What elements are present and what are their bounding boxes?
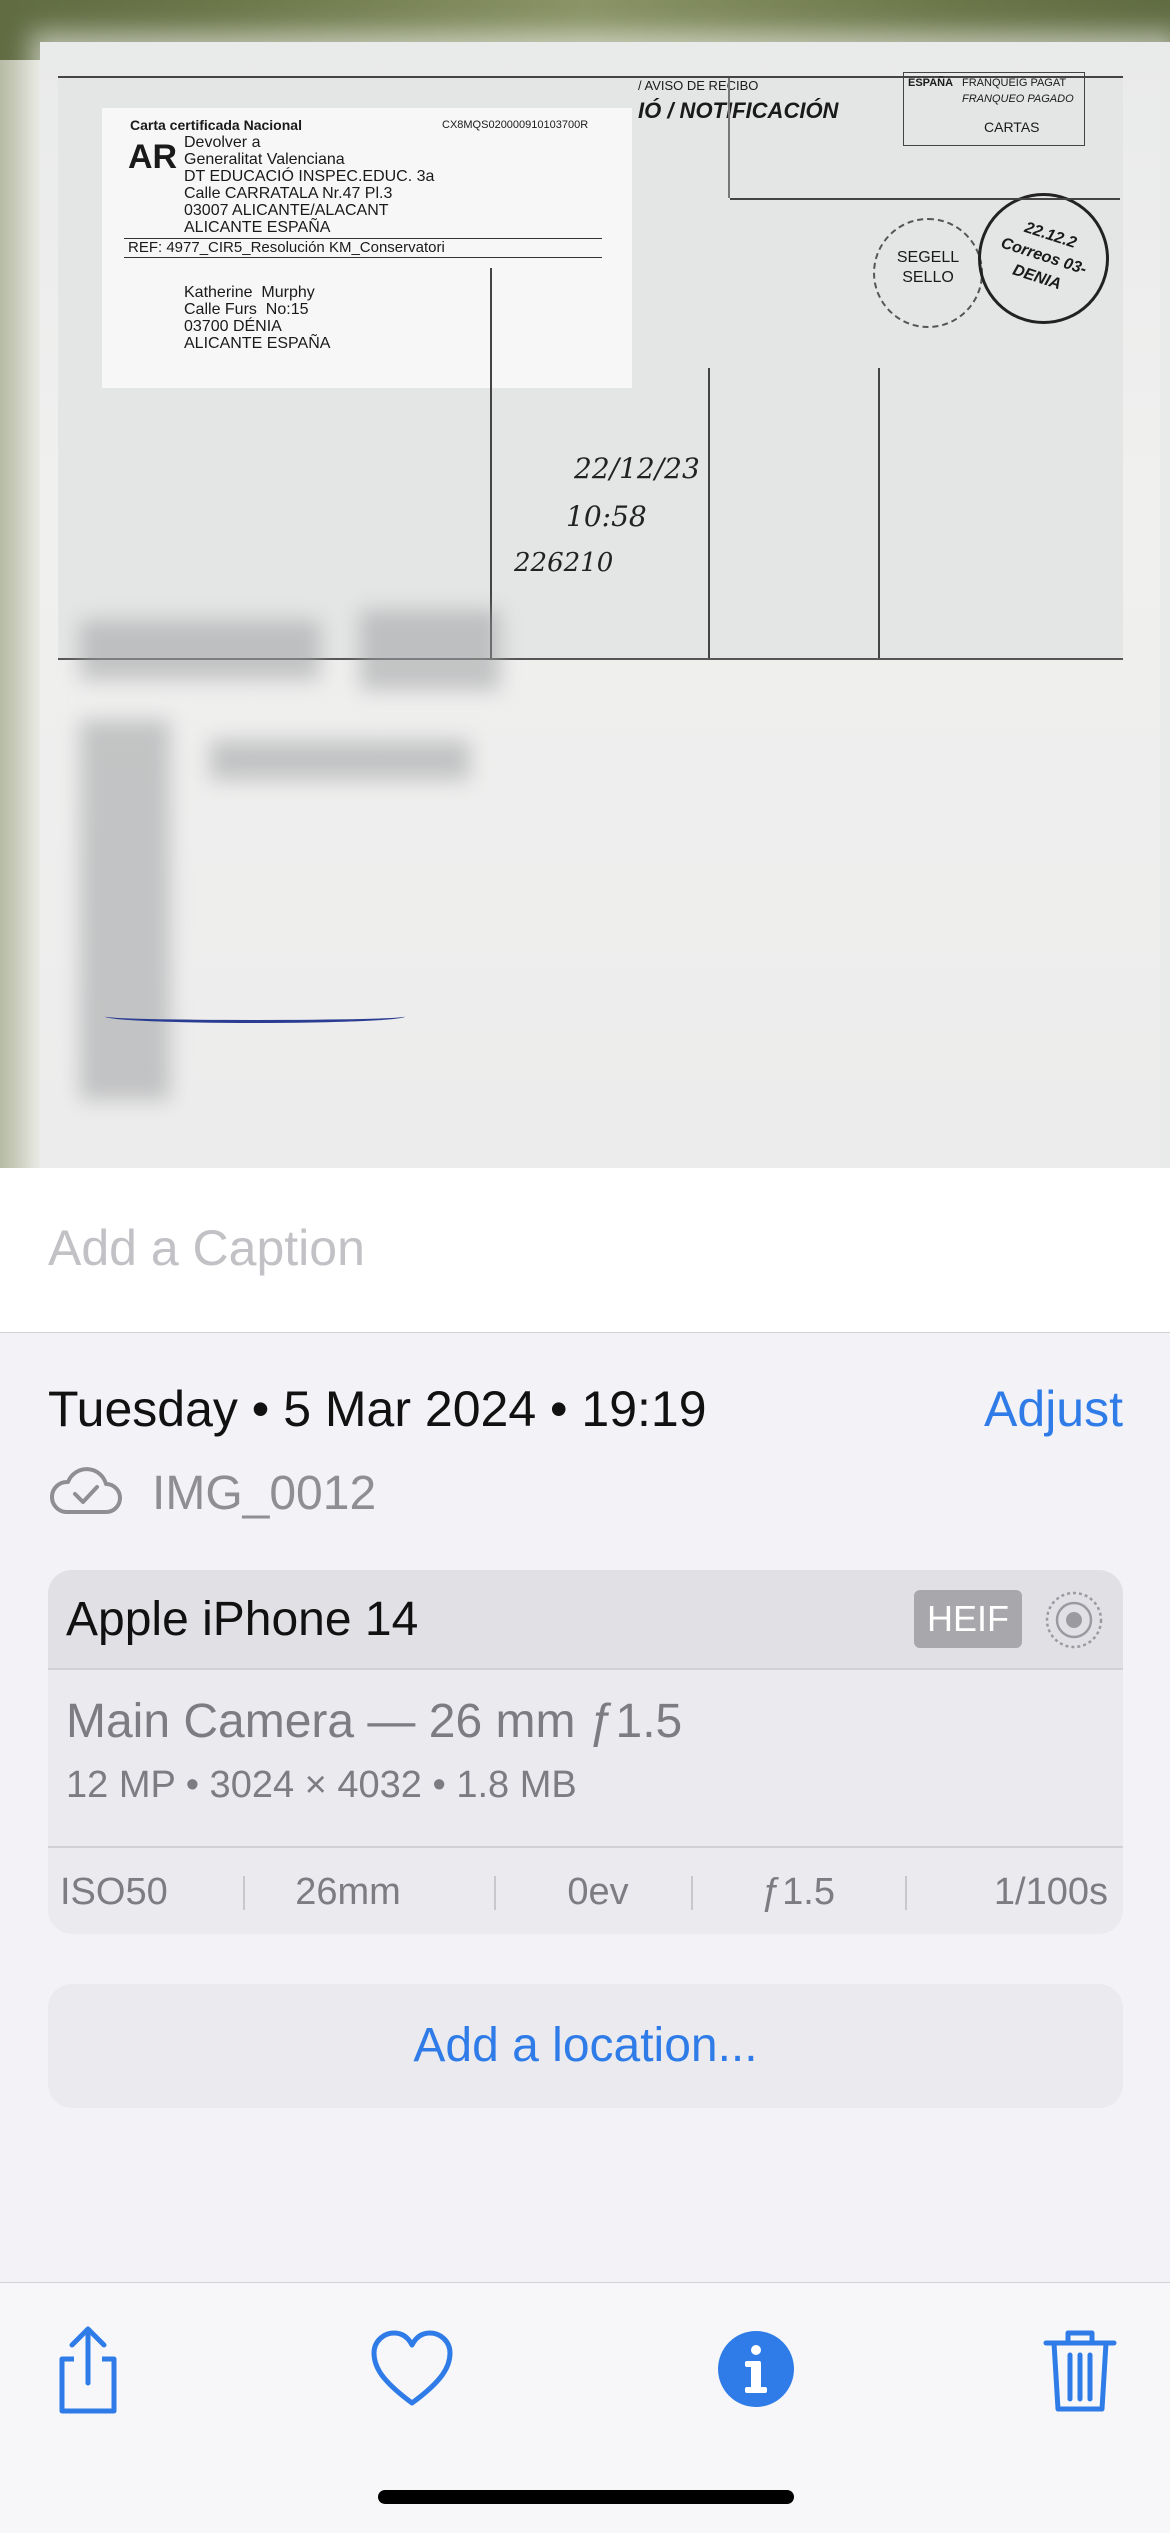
handwritten-id: 226210	[514, 548, 614, 578]
address-label: Carta certificada Nacional CX8MQS0200009…	[102, 108, 632, 388]
postage-box: ESPAÑA FRANQUEIG PAGAT FRANQUEO PAGADO C…	[903, 72, 1085, 146]
paper-lip	[1160, 80, 1170, 1168]
capture-date: Tuesday • 5 Mar 2024 • 19:19	[48, 1381, 707, 1437]
device-name: Apple iPhone 14	[66, 1593, 419, 1646]
adjust-button[interactable]: Adjust	[984, 1380, 1123, 1438]
return-address: Devolver a Generalitat Valenciana DT EDU…	[184, 134, 435, 236]
handwritten-date: 22/12/23	[574, 452, 700, 485]
heart-icon	[362, 2330, 462, 2423]
live-photo-icon	[1044, 1590, 1104, 1655]
form-divider	[730, 198, 1120, 200]
caption-panel	[0, 1168, 1170, 1333]
caption-input[interactable]	[48, 1218, 1118, 1278]
exif-shutter: 1/100s	[993, 1871, 1108, 1913]
seal-circle: SEGELL SELLO	[873, 218, 983, 328]
info-button[interactable]	[706, 2319, 806, 2419]
camera-card-header: Apple iPhone 14 HEIF	[48, 1570, 1123, 1670]
lens-info: Main Camera — 26 mm ƒ1.5	[66, 1695, 683, 1748]
postage-line: ESPAÑA	[908, 77, 954, 89]
exif-separator	[905, 1876, 907, 1910]
filename: IMG_0012	[152, 1467, 377, 1520]
notification-form: Carta certificada Nacional CX8MQS0200009…	[58, 72, 1123, 660]
delete-button[interactable]	[1030, 2319, 1130, 2419]
redacted-area	[60, 600, 1140, 1120]
share-icon	[38, 2326, 138, 2423]
image-specs: 12 MP • 3024 × 4032 • 1.8 MB	[66, 1764, 577, 1806]
label-ref: REF: 4977_CIR5_Resolución KM_Conservator…	[124, 238, 602, 258]
favorite-button[interactable]	[362, 2319, 462, 2419]
exif-aperture: ƒ1.5	[761, 1871, 835, 1913]
file-row: IMG_0012	[48, 1462, 648, 1522]
form-divider	[728, 78, 730, 198]
exif-separator	[494, 1876, 496, 1910]
exif-separator	[691, 1876, 693, 1910]
postage-line: FRANQUEO PAGADO	[962, 93, 1074, 105]
share-button[interactable]	[38, 2319, 138, 2419]
trash-icon	[1030, 2330, 1130, 2423]
pen-stroke	[105, 1010, 405, 1023]
home-indicator[interactable]	[378, 2490, 794, 2504]
handwritten-time: 10:58	[566, 500, 647, 533]
paper-edge	[0, 60, 40, 1168]
date-row: Tuesday • 5 Mar 2024 • 19:19 Adjust	[48, 1380, 1123, 1450]
postage-line: FRANQUEIG PAGAT	[962, 77, 1067, 89]
exif-focal: 26mm	[295, 1871, 401, 1913]
label-header: Carta certificada Nacional	[130, 117, 302, 133]
format-badge: HEIF	[914, 1590, 1022, 1648]
form-title: IÓ / NOTIFICACIÓN	[638, 98, 839, 123]
exif-separator	[243, 1876, 245, 1910]
camera-info-card: Apple iPhone 14 HEIF Main Camera — 26 mm…	[48, 1570, 1123, 1934]
seal-text: SEGELL SELLO	[896, 249, 960, 286]
exif-ev: 0ev	[567, 1871, 629, 1913]
postage-line: CARTAS	[984, 119, 1040, 135]
exif-iso: ISO50	[60, 1871, 168, 1913]
postmark-stamp: 22.12.2 Correos 03-DENIA	[978, 193, 1109, 324]
label-code: CX8MQS020000910103700R	[442, 119, 589, 131]
label-ar: AR	[128, 138, 178, 176]
cloud-check-icon	[48, 1466, 122, 1521]
info-icon	[706, 2331, 806, 2423]
photo-viewer[interactable]: Carta certificada Nacional CX8MQS0200009…	[0, 0, 1170, 1168]
form-title-small: / AVISO DE RECIBO	[638, 78, 759, 93]
recipient-address: Katherine Murphy Calle Furs No:15 03700 …	[184, 284, 331, 352]
postmark-text: 22.12.2 Correos 03-DENIA	[998, 219, 1089, 294]
exif-row: ISO50 26mm 0ev ƒ1.5 1/100s	[48, 1846, 1123, 1934]
add-location-button[interactable]: Add a location...	[48, 1984, 1123, 2108]
